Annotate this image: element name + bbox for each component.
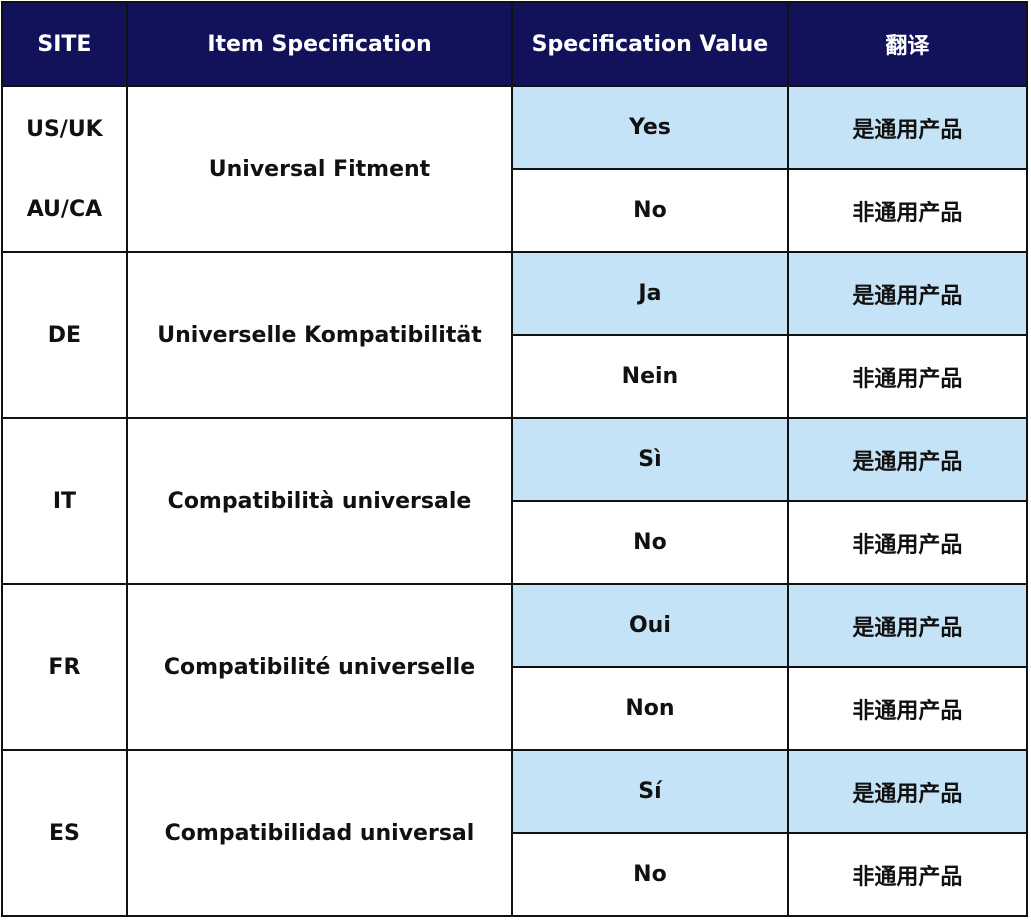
- table-row: IT Compatibilità universale Sì 是通用产品: [1, 417, 1029, 585]
- site-label: IT: [52, 488, 77, 514]
- translation-cell: 非通用产品: [786, 500, 1029, 585]
- site-label: US/UK: [26, 116, 103, 142]
- translation-cell: 非通用产品: [786, 666, 1029, 751]
- specification-value-cell: No: [511, 500, 789, 585]
- specification-value-cell: Nein: [511, 334, 789, 419]
- item-specification-cell: Compatibilité universelle: [125, 583, 514, 751]
- item-specification-cell: Compatibilidad universal: [125, 749, 514, 917]
- specification-value-cell: No: [511, 832, 789, 917]
- header-translation: 翻译: [786, 1, 1029, 87]
- translation-cell: 是通用产品: [786, 417, 1029, 502]
- item-specification-cell: Compatibilità universale: [125, 417, 514, 585]
- specification-value-cell: Sì: [511, 417, 789, 502]
- header-site: SITE: [1, 1, 128, 87]
- header-row: SITE Item Specification Specification Va…: [1, 1, 1029, 87]
- translation-cell: 是通用产品: [786, 583, 1029, 668]
- site-cell: DE: [1, 251, 128, 419]
- site-cell: US/UK AU/CA: [1, 85, 128, 253]
- specification-value-cell: No: [511, 168, 789, 253]
- translation-cell: 是通用产品: [786, 85, 1029, 170]
- table-row: ES Compatibilidad universal Sí 是通用产品: [1, 749, 1029, 917]
- item-specification-cell: Universal Fitment: [125, 85, 514, 253]
- table-row: FR Compatibilité universelle Oui 是通用产品: [1, 583, 1029, 751]
- site-label: FR: [48, 654, 81, 680]
- item-specification-cell: Universelle Kompatibilität: [125, 251, 514, 419]
- specification-value-cell: Ja: [511, 251, 789, 336]
- table-row: DE Universelle Kompatibilität Ja 是通用产品: [1, 251, 1029, 419]
- site-spec-table: SITE Item Specification Specification Va…: [1, 1, 1029, 917]
- site-label: DE: [47, 322, 82, 348]
- translation-cell: 是通用产品: [786, 749, 1029, 834]
- header-specification-value: Specification Value: [511, 1, 789, 87]
- site-label: ES: [48, 820, 80, 846]
- translation-cell: 非通用产品: [786, 168, 1029, 253]
- site-cell: IT: [1, 417, 128, 585]
- translation-cell: 非通用产品: [786, 334, 1029, 419]
- table-row: US/UK AU/CA Universal Fitment Yes 是通用产品: [1, 85, 1029, 253]
- specification-value-cell: Oui: [511, 583, 789, 668]
- translation-cell: 是通用产品: [786, 251, 1029, 336]
- site-cell: FR: [1, 583, 128, 751]
- header-item-specification: Item Specification: [125, 1, 514, 87]
- specification-value-cell: Yes: [511, 85, 789, 170]
- site-cell: ES: [1, 749, 128, 917]
- translation-cell: 非通用产品: [786, 832, 1029, 917]
- specification-value-cell: Sí: [511, 749, 789, 834]
- specification-value-cell: Non: [511, 666, 789, 751]
- site-label: AU/CA: [26, 196, 103, 222]
